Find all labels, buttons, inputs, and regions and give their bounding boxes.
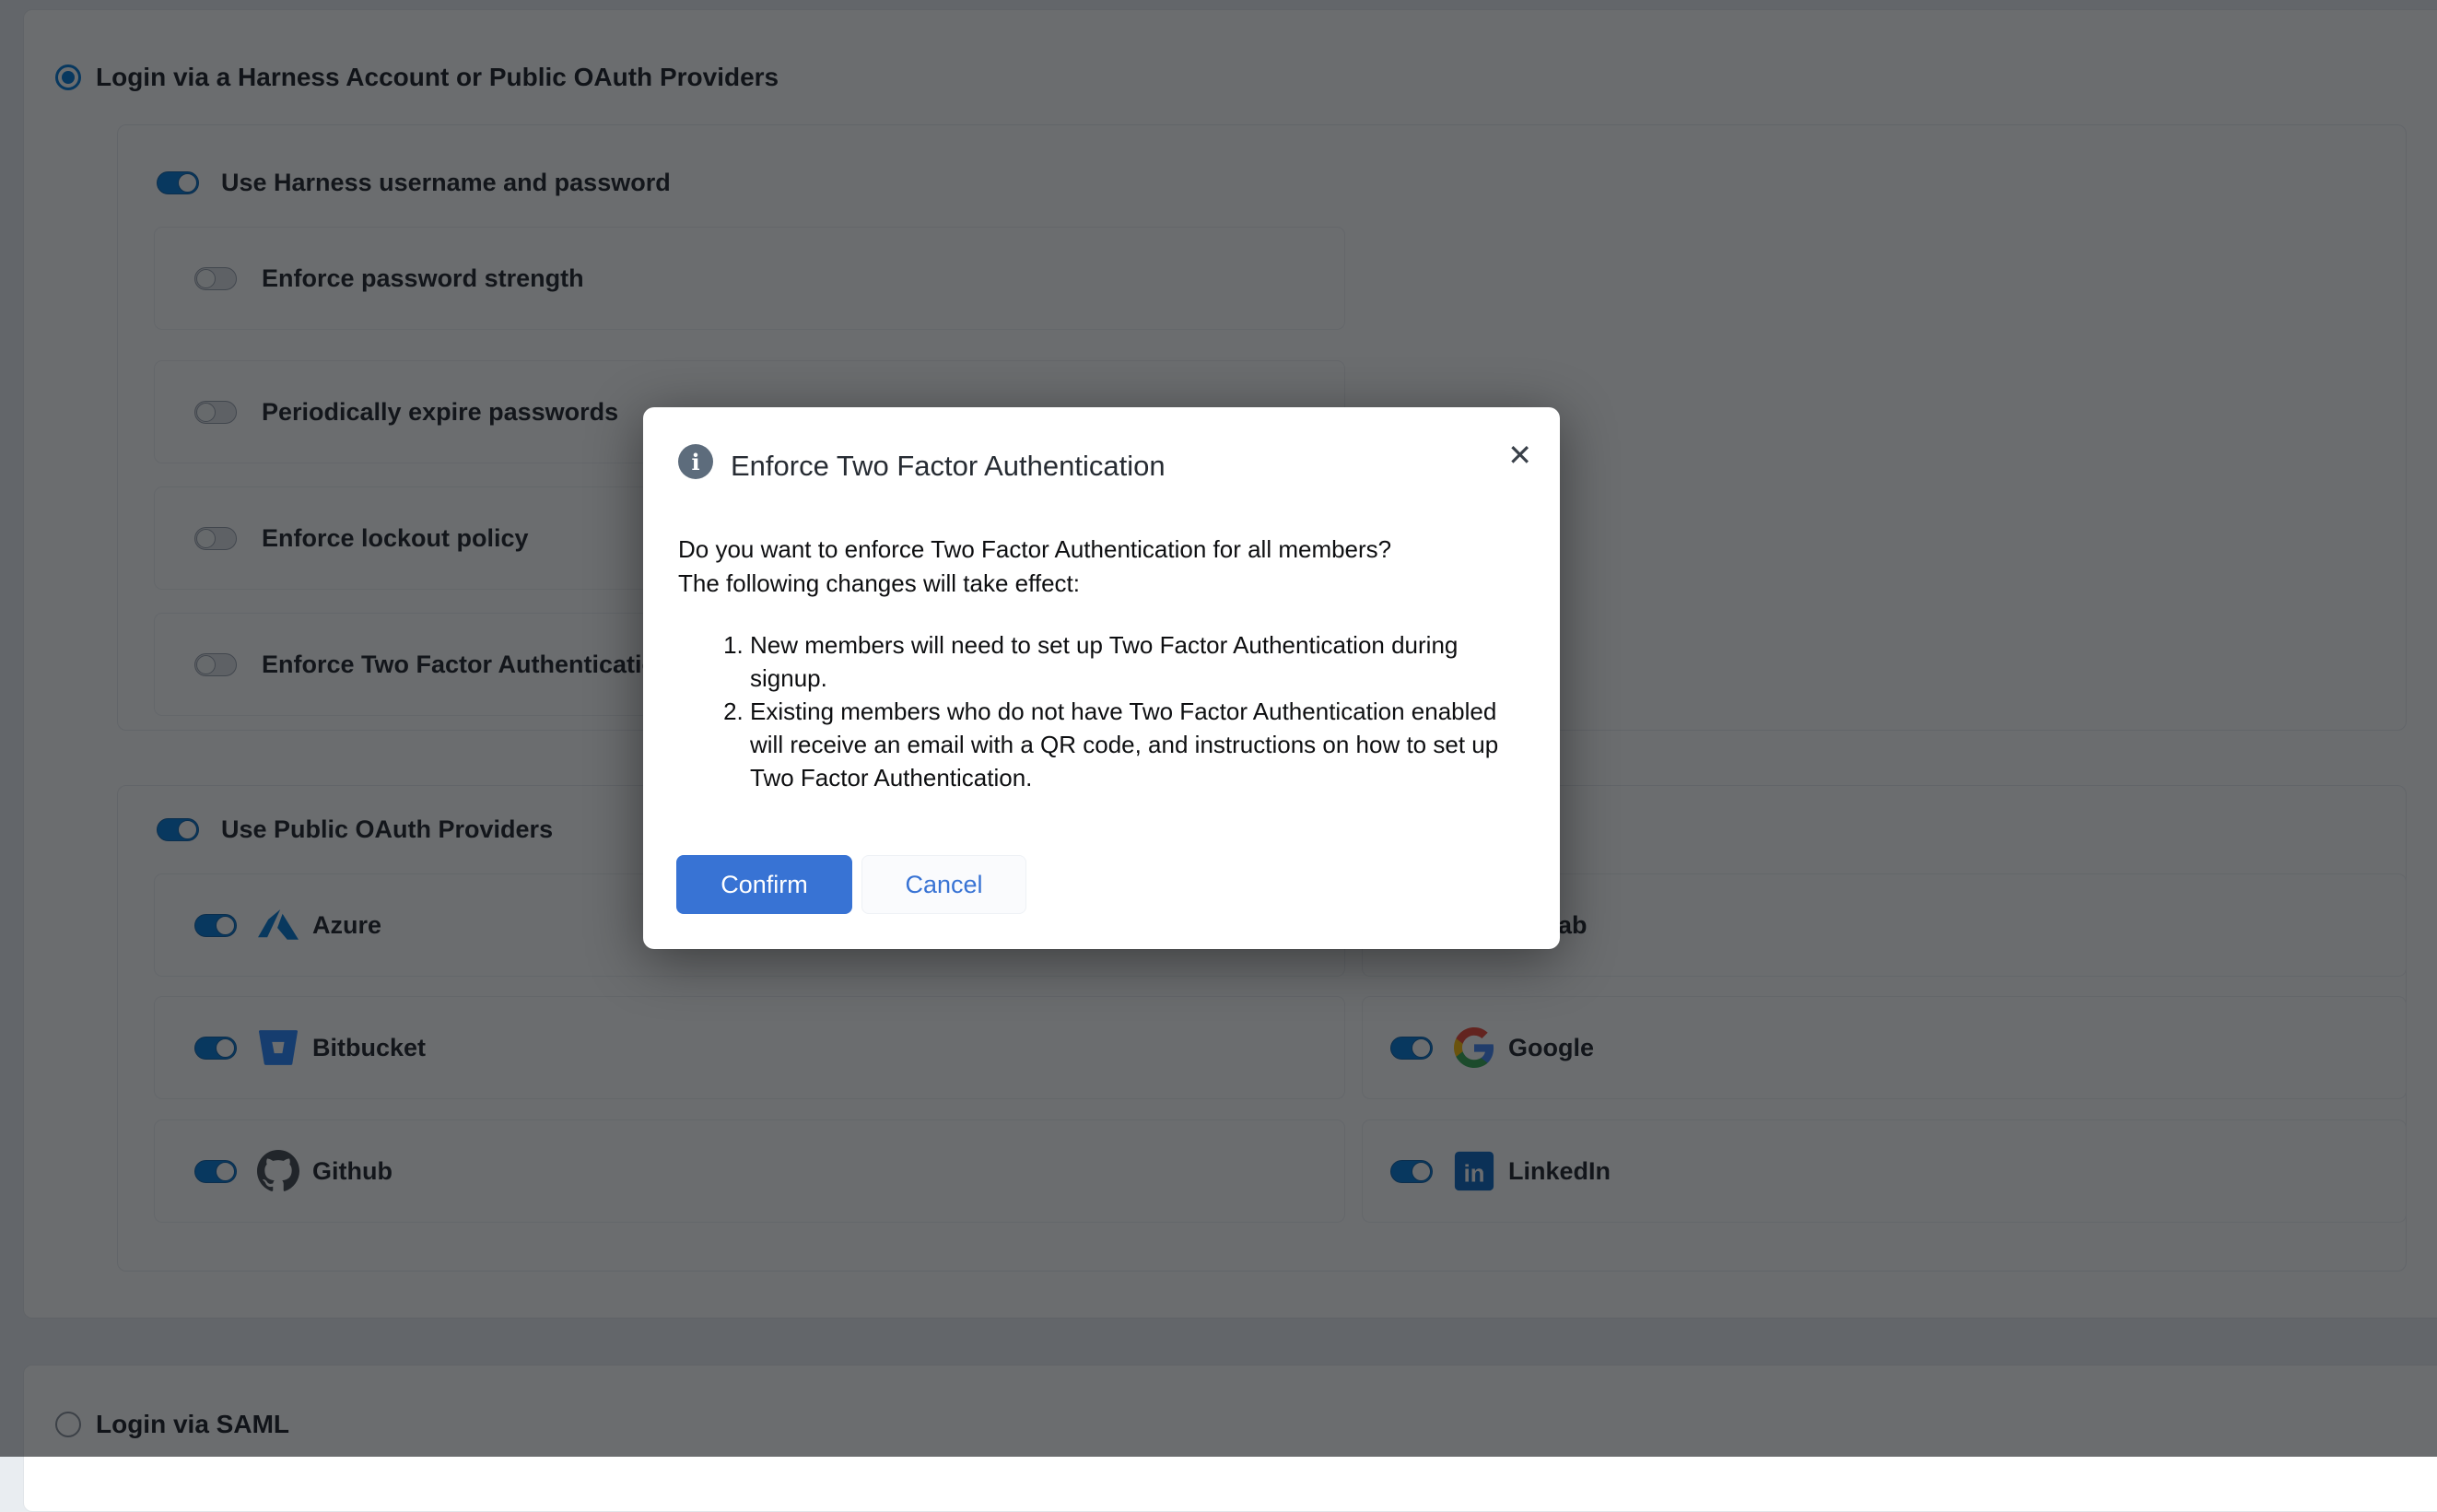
confirm-button[interactable]: Confirm (676, 855, 852, 914)
modal-intro-line2: The following changes will take effect: (678, 567, 1526, 601)
modal-change-list: New members will need to set up Two Fact… (678, 628, 1526, 794)
info-icon: i (678, 444, 713, 479)
modal-title: Enforce Two Factor Authentication (731, 450, 1166, 483)
close-icon[interactable]: ✕ (1507, 440, 1532, 470)
cancel-button[interactable]: Cancel (861, 855, 1026, 914)
list-item: New members will need to set up Two Fact… (750, 628, 1526, 695)
modal-buttons: Confirm Cancel (676, 855, 1026, 914)
modal-intro-line1: Do you want to enforce Two Factor Authen… (678, 533, 1526, 567)
list-item: Existing members who do not have Two Fac… (750, 695, 1526, 794)
enforce-2fa-modal: i Enforce Two Factor Authentication ✕ Do… (643, 407, 1560, 949)
modal-body: Do you want to enforce Two Factor Authen… (678, 533, 1526, 794)
